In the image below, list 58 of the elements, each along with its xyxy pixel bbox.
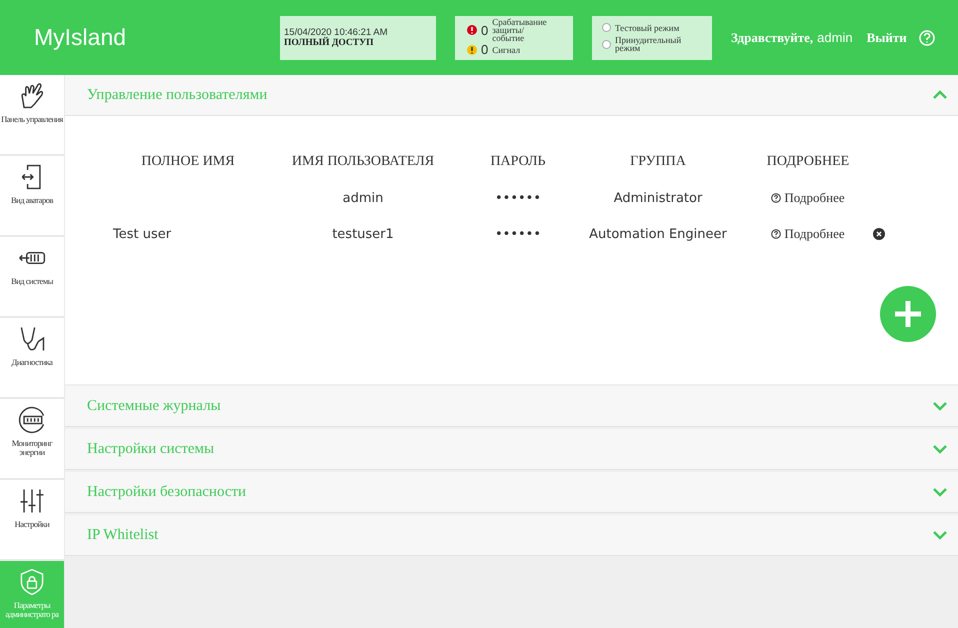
section-title: Настройки безопасности (87, 484, 246, 500)
column-header: ГРУППА (629, 154, 687, 170)
help-icon[interactable] (918, 30, 935, 46)
sidebar-label: Настройки (14, 520, 50, 529)
sidebar-label: Параметры администрато ра (4, 601, 60, 619)
help-icon (771, 193, 782, 203)
alarm-label: Сигнал (492, 46, 522, 54)
section-title: IP Whitelist (87, 526, 158, 544)
mode-radio[interactable] (602, 40, 611, 48)
sidebar-item[interactable]: Диагностика (0, 318, 64, 397)
mode-label: Принудительный режим (615, 36, 682, 52)
chevron-down-icon[interactable] (932, 530, 948, 540)
table-cell-text: admin (342, 190, 384, 206)
close-icon (876, 231, 882, 237)
mode-label: Тестовый режим (615, 24, 680, 32)
greeting-text: Здравствуйте, (731, 30, 814, 46)
table-cell-text: •••••• (494, 190, 542, 206)
table-cell-text: Administrator (612, 190, 704, 206)
table-cell-text: Test user (113, 226, 172, 242)
user-name: admin (817, 30, 853, 45)
sidebar-label: Вид системы (11, 277, 53, 286)
column-header: ПАРОЛЬ (489, 154, 547, 170)
error-icon (467, 25, 477, 35)
chevron-down-icon[interactable] (932, 444, 948, 454)
section-title: Управление пользователями (87, 86, 268, 104)
column-header: ПОЛНОЕ ИМЯ (140, 154, 236, 170)
alarm-count: 0 (481, 42, 488, 57)
table-cell-text: testuser1 (331, 226, 395, 242)
sidebar-item[interactable]: Панель управления (0, 75, 64, 154)
chevron-down-icon[interactable] (932, 487, 948, 497)
column-header: ПОДРОБНЕЕ (766, 154, 850, 170)
sidebar-item[interactable]: Вид системы (0, 237, 64, 316)
sidebar-label: Диагностика (12, 358, 52, 367)
sidebar-item[interactable]: Вид аватаров (0, 156, 64, 235)
mode-radio[interactable] (602, 23, 611, 32)
alarm-count: 0 (481, 22, 488, 38)
access-text: ПОЛНЫЙ ДОСТУП (284, 38, 374, 48)
datetime-text: 15/04/2020 10:46:21 AM (284, 27, 389, 38)
details-link[interactable]: Подробнее (743, 226, 873, 242)
meter-icon (17, 405, 47, 435)
sidebar-label: Мониторинг энергии (10, 439, 54, 457)
logo: MyIsland (34, 24, 128, 51)
column-header: ИМЯ ПОЛЬЗОВАТЕЛЯ (290, 154, 436, 170)
sidebar-item[interactable]: Настройки (0, 480, 64, 559)
sidebar-label: Вид аватаров (11, 196, 53, 205)
help-icon (771, 229, 782, 239)
sidebar-item[interactable]: Мониторинг энергии (0, 399, 64, 478)
chevron-down-icon[interactable] (932, 401, 948, 411)
section-title: Системные журналы (87, 398, 221, 414)
table-cell-text: Automation Engineer (588, 226, 728, 242)
sidebar-label: Панель управления (1, 115, 63, 124)
table-cell-text: •••••• (494, 226, 542, 242)
delete-button[interactable] (873, 228, 885, 240)
section-title: Настройки системы (87, 440, 214, 458)
chevron-up-icon[interactable] (932, 90, 948, 100)
details-link[interactable]: Подробнее (743, 190, 873, 206)
warning-icon (467, 44, 477, 54)
alarm-label: Срабатывание защиты/событие (492, 18, 548, 42)
